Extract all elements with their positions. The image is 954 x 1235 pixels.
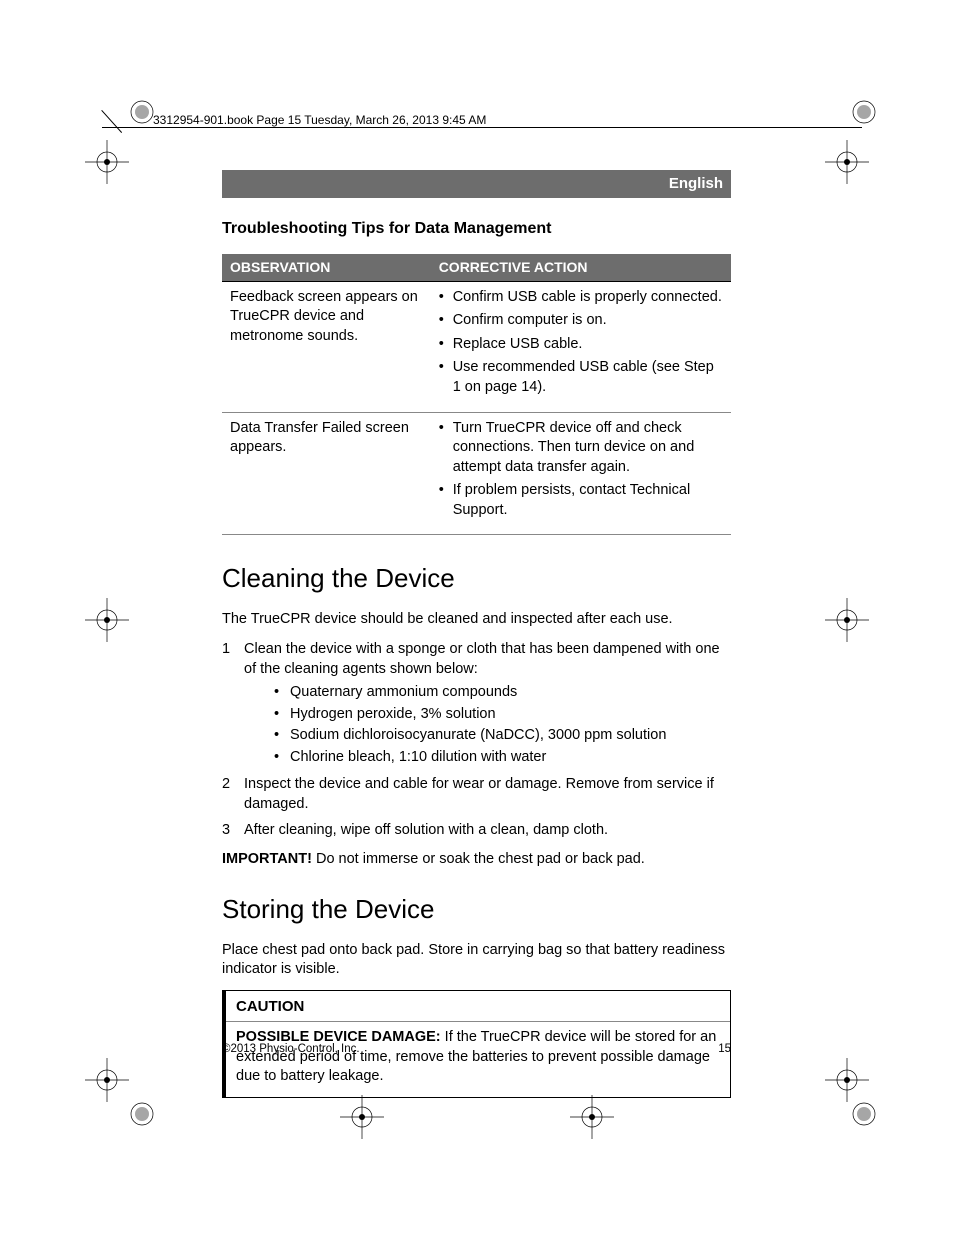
step-number: 3 xyxy=(222,821,244,841)
heading-cleaning: Cleaning the Device xyxy=(222,561,731,596)
table-head-observation: OBSERVATION xyxy=(222,254,431,281)
book-header: 3312954-901.book Page 15 Tuesday, March … xyxy=(153,112,486,128)
crop-mark-icon xyxy=(850,1100,878,1128)
table-row: Data Transfer Failed screen appears. Tur… xyxy=(222,412,731,535)
register-mark-icon xyxy=(825,598,869,642)
page-content: English Troubleshooting Tips for Data Ma… xyxy=(222,170,731,1098)
action-item: Use recommended USB cable (see Step 1 on… xyxy=(439,358,723,397)
table-row: Feedback screen appears on TrueCPR devic… xyxy=(222,281,731,412)
list-item: 2 Inspect the device and cable for wear … xyxy=(222,775,731,814)
crop-mark-icon xyxy=(128,98,156,126)
important-label: IMPORTANT! xyxy=(222,851,312,867)
observation-cell: Data Transfer Failed screen appears. xyxy=(222,412,431,535)
agent-item: Quaternary ammonium compounds xyxy=(274,683,731,703)
register-mark-icon xyxy=(570,1095,614,1139)
action-item: Replace USB cable. xyxy=(439,335,723,355)
language-bar: English xyxy=(222,170,731,198)
cleaning-intro: The TrueCPR device should be cleaned and… xyxy=(222,610,731,630)
caution-body: POSSIBLE DEVICE DAMAGE: If the TrueCPR d… xyxy=(226,1022,730,1097)
register-mark-icon xyxy=(85,598,129,642)
list-item: 1 Clean the device with a sponge or clot… xyxy=(222,640,731,769)
step-number: 1 xyxy=(222,640,244,769)
heading-storing: Storing the Device xyxy=(222,892,731,927)
header-rule xyxy=(102,127,862,128)
cleaning-steps: 1 Clean the device with a sponge or clot… xyxy=(222,640,731,840)
register-mark-icon xyxy=(825,1058,869,1102)
important-text: Do not immerse or soak the chest pad or … xyxy=(312,851,645,867)
agent-item: Hydrogen peroxide, 3% solution xyxy=(274,705,731,725)
header-rule-diag xyxy=(101,110,122,133)
action-item: Confirm computer is on. xyxy=(439,311,723,331)
important-note: IMPORTANT! Do not immerse or soak the ch… xyxy=(222,850,731,870)
copyright: ©2013 Physio-Control, Inc. xyxy=(222,1042,360,1058)
section-title: Troubleshooting Tips for Data Management xyxy=(222,218,731,240)
crop-mark-icon xyxy=(128,1100,156,1128)
crop-mark-icon xyxy=(850,98,878,126)
list-item: 3 After cleaning, wipe off solution with… xyxy=(222,821,731,841)
action-item: Confirm USB cable is properly connected. xyxy=(439,288,723,308)
register-mark-icon xyxy=(825,140,869,184)
action-item: If problem persists, contact Technical S… xyxy=(439,481,723,520)
register-mark-icon xyxy=(85,1058,129,1102)
register-mark-icon xyxy=(85,140,129,184)
register-mark-icon xyxy=(340,1095,384,1139)
caution-title: CAUTION xyxy=(226,991,730,1022)
step-text: Inspect the device and cable for wear or… xyxy=(244,775,731,814)
agent-item: Chlorine bleach, 1:10 dilution with wate… xyxy=(274,748,731,768)
action-cell: Confirm USB cable is properly connected.… xyxy=(431,281,731,412)
storing-intro: Place chest pad onto back pad. Store in … xyxy=(222,941,731,980)
action-item: Turn TrueCPR device off and check connec… xyxy=(439,419,723,478)
step-text: After cleaning, wipe off solution with a… xyxy=(244,821,731,841)
action-cell: Turn TrueCPR device off and check connec… xyxy=(431,412,731,535)
page-number: 15 xyxy=(718,1042,731,1058)
observation-cell: Feedback screen appears on TrueCPR devic… xyxy=(222,281,431,412)
step-number: 2 xyxy=(222,775,244,814)
step-text: Clean the device with a sponge or cloth … xyxy=(244,641,720,677)
page-footer: ©2013 Physio-Control, Inc. 15 xyxy=(222,1042,731,1058)
troubleshooting-table: OBSERVATION CORRECTIVE ACTION Feedback s… xyxy=(222,254,731,536)
table-head-action: CORRECTIVE ACTION xyxy=(431,254,731,281)
agent-item: Sodium dichloroisocyanurate (NaDCC), 300… xyxy=(274,726,731,746)
